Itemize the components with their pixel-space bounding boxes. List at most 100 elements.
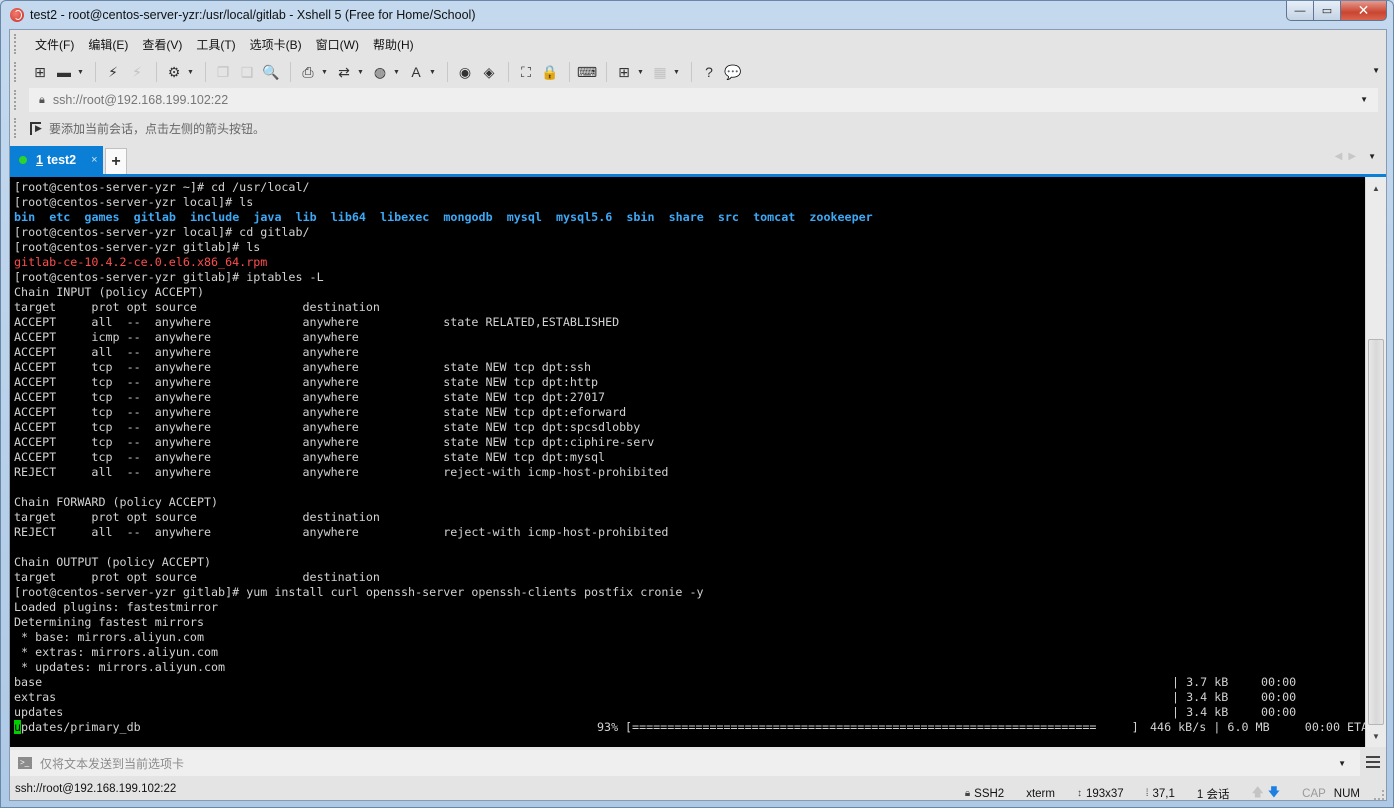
session-properties-icon[interactable]: ⚙ <box>163 61 185 83</box>
terminal-prompt-icon: >_ <box>18 757 32 769</box>
tab-close-icon[interactable]: × <box>91 154 97 166</box>
dropdown-arrow-icon[interactable]: ▼ <box>321 69 329 76</box>
toolbar-grip[interactable] <box>14 62 17 82</box>
status-transfer: 🡅 🡇 <box>1251 783 1280 804</box>
print-icon[interactable]: ⎙ <box>297 61 319 83</box>
open-folder-icon[interactable]: ▬ <box>53 61 75 83</box>
terminal-line: * extras: mirrors.aliyun.com <box>14 645 1365 660</box>
terminal-text: ACCEPT tcp -- anywhere anywhere state NE… <box>14 405 627 419</box>
menu-view[interactable]: 查看(V) <box>136 36 188 53</box>
terminal-text: ACCEPT tcp -- anywhere anywhere state NE… <box>14 360 591 374</box>
lock-icon: 🔒︎ <box>964 788 971 799</box>
fullscreen-icon[interactable]: ⛶ <box>515 61 537 83</box>
menu-hamburger-icon[interactable] <box>1366 755 1380 769</box>
find-icon[interactable]: 🔍 <box>260 61 282 83</box>
addressbar-grip[interactable] <box>14 90 17 110</box>
download-percent: 93% <box>597 720 619 734</box>
tab-prev-icon[interactable]: ◀ <box>1335 151 1343 162</box>
address-dropdown-icon[interactable]: ▼ <box>1360 95 1368 104</box>
terminal-line: updates/primary_db 93% [==================… <box>14 720 1365 735</box>
new-tab-button[interactable]: + <box>105 148 127 174</box>
terminal-output[interactable]: [root@centos-server-yzr ~]# cd /usr/loca… <box>10 177 1365 747</box>
new-session-icon[interactable]: ⊞ <box>29 61 51 83</box>
window-resize-grip[interactable] <box>1374 790 1384 800</box>
maximize-button[interactable]: ▭ <box>1314 1 1341 21</box>
terminal-line: ACCEPT tcp -- anywhere anywhere state NE… <box>14 375 1365 390</box>
dropdown-arrow-icon[interactable]: ▼ <box>357 69 365 76</box>
tab-list-dropdown-icon[interactable]: ▼ <box>1368 152 1376 161</box>
terminal-scrollbar[interactable]: ▲ ▼ <box>1365 177 1386 747</box>
status-terminal-type: xterm <box>1026 787 1055 800</box>
terminal-line: REJECT all -- anywhere anywhere reject-w… <box>14 525 1365 540</box>
xmanager-icon[interactable]: ◈ <box>478 61 500 83</box>
status-bar: ssh://root@192.168.199.102:22 🔒︎ SSH2 xte… <box>10 778 1386 802</box>
dropdown-arrow-icon[interactable]: ▼ <box>393 69 401 76</box>
lock-icon[interactable]: 🔒 <box>539 61 561 83</box>
dropdown-arrow-icon[interactable]: ▼ <box>429 69 437 76</box>
resize-icon: ↕ <box>1076 788 1082 799</box>
terminal-line: [root@centos-server-yzr gitlab]# yum ins… <box>14 585 1365 600</box>
directory-entry: java <box>253 210 282 224</box>
keyboard-icon[interactable]: ⌨ <box>576 61 598 83</box>
xftp-icon[interactable]: ◉ <box>454 61 476 83</box>
scroll-up-icon[interactable]: ▲ <box>1366 179 1386 197</box>
tab-next-icon[interactable]: ▶ <box>1348 151 1356 162</box>
terminal-line: ACCEPT tcp -- anywhere anywhere state NE… <box>14 405 1365 420</box>
repo-size: | 3.4 kB <box>1172 705 1229 719</box>
terminal-line: target prot opt source destination <box>14 300 1365 315</box>
dropdown-arrow-icon[interactable]: ▼ <box>637 69 645 76</box>
menu-window[interactable]: 窗口(W) <box>310 36 365 53</box>
toolbar-separator <box>290 62 291 82</box>
menu-help[interactable]: 帮助(H) <box>367 36 420 53</box>
menu-tabs[interactable]: 选项卡(B) <box>244 36 308 53</box>
toolbar-separator <box>205 62 206 82</box>
scrollbar-thumb[interactable] <box>1368 339 1384 725</box>
terminal-line: ACCEPT tcp -- anywhere anywhere state NE… <box>14 420 1365 435</box>
add-session-arrow-icon[interactable] <box>29 121 43 135</box>
terminal-line: Chain FORWARD (policy ACCEPT) <box>14 495 1365 510</box>
terminal-text: [root@centos-server-yzr gitlab]# iptable… <box>14 270 324 284</box>
terminal-line: [root@centos-server-yzr local]# cd gitla… <box>14 225 1365 240</box>
toolbar-separator <box>691 62 692 82</box>
address-input[interactable]: 🔒︎ ssh://root@192.168.199.102:22 ▼ <box>29 88 1378 112</box>
transfer-icon[interactable]: ⇄ <box>333 61 355 83</box>
terminal-text: Loaded plugins: fastestmirror <box>14 600 219 614</box>
terminal-line: updates | 3.4 kB 00:00 <box>14 705 1365 720</box>
help-icon[interactable]: ? <box>698 61 720 83</box>
terminal-text: REJECT all -- anywhere anywhere reject-w… <box>14 525 669 539</box>
status-connection: ssh://root@192.168.199.102:22 <box>15 783 177 795</box>
download-stats: 446 kB/s | 6.0 MB 00:00 ETA <box>1150 720 1365 734</box>
font-icon[interactable]: A <box>405 61 427 83</box>
close-button[interactable]: ✕ <box>1341 1 1387 21</box>
directory-entry: gitlab <box>133 210 176 224</box>
terminal-text: * base: mirrors.aliyun.com <box>14 630 204 644</box>
terminal-line: ACCEPT all -- anywhere anywhere state RE… <box>14 315 1365 330</box>
menubar-grip[interactable] <box>14 34 17 54</box>
repo-size: | 3.4 kB <box>1172 690 1229 704</box>
terminal-line: * base: mirrors.aliyun.com <box>14 630 1365 645</box>
dropdown-arrow-icon[interactable]: ▼ <box>187 69 195 76</box>
menu-edit[interactable]: 编辑(E) <box>82 36 134 53</box>
dropdown-arrow-icon[interactable]: ▼ <box>77 69 85 76</box>
toolbar-overflow-icon[interactable]: ▼ <box>1372 66 1380 75</box>
tab-test2[interactable]: 1 test2 × <box>10 146 103 174</box>
window-controls: — ▭ ✕ <box>1286 1 1387 21</box>
connect-icon[interactable]: ⚡ <box>102 61 124 83</box>
terminal-line: bin etc games gitlab include java lib li… <box>14 210 1365 225</box>
minimize-button[interactable]: — <box>1286 1 1314 21</box>
hintbar-grip[interactable] <box>14 118 17 138</box>
send-dropdown-icon[interactable]: ▼ <box>1338 759 1346 768</box>
download-name: pdates/primary_db <box>21 720 141 734</box>
window-title: test2 - root@centos-server-yzr:/usr/loca… <box>30 8 476 22</box>
globe-icon[interactable]: ◍ <box>369 61 391 83</box>
scroll-down-icon[interactable]: ▼ <box>1366 727 1386 745</box>
terminal-text: [root@centos-server-yzr ~]# cd /usr/loca… <box>14 180 310 194</box>
repo-time: 00:00 <box>1261 675 1297 689</box>
terminal-text: ACCEPT all -- anywhere anywhere state RE… <box>14 315 620 329</box>
send-text-input[interactable]: >_ 仅将文本发送到当前选项卡 ▼ <box>10 750 1360 776</box>
menu-file[interactable]: 文件(F) <box>29 36 80 53</box>
new-tab-group-icon[interactable]: ⊞ <box>613 61 635 83</box>
address-value: ssh://root@192.168.199.102:22 <box>52 93 229 107</box>
menu-tools[interactable]: 工具(T) <box>190 36 241 53</box>
